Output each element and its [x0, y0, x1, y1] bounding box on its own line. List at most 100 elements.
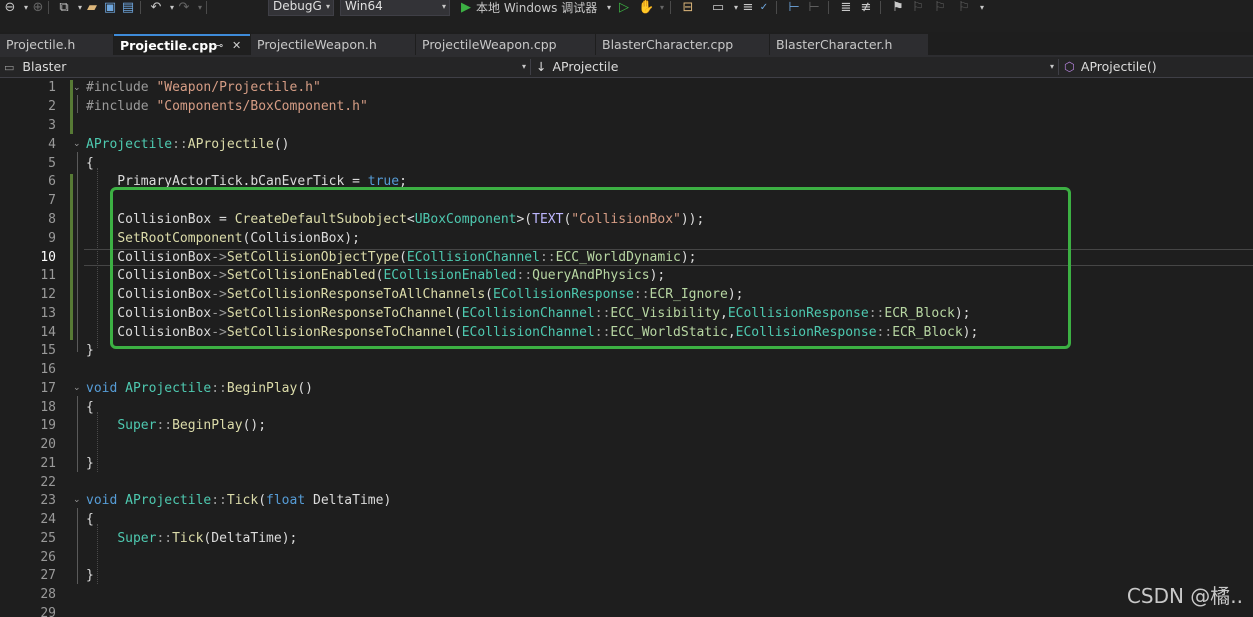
tab-projectileweapon-cpp[interactable]: ProjectileWeapon.cpp: [416, 34, 595, 55]
line-number: 7: [48, 193, 56, 208]
tab-label: Projectile.cpp: [120, 38, 218, 53]
line-number: 5: [48, 156, 56, 171]
bookmark-icon[interactable]: ⚑: [890, 0, 906, 16]
line-number: 28: [40, 587, 56, 602]
tab-blastercharacter-h[interactable]: BlasterCharacter.h: [770, 34, 928, 55]
line-number: 12: [40, 287, 56, 302]
line-number: 20: [40, 437, 56, 452]
list-icon[interactable]: ≡: [740, 0, 756, 16]
code-line[interactable]: Super::Tick(DeltaTime);: [86, 531, 297, 546]
undo-icon[interactable]: ↶: [148, 0, 164, 16]
scope-name: AProjectile: [552, 59, 619, 74]
hot-reload-icon[interactable]: ✋: [638, 0, 654, 16]
member-dropdown[interactable]: ⬡ AProjectile(): [1064, 57, 1250, 77]
fold-collapse-icon[interactable]: ⌄: [73, 495, 81, 505]
fold-collapse-icon[interactable]: ⌄: [73, 139, 81, 149]
project-dropdown[interactable]: ▭ Blaster ▾: [4, 57, 528, 77]
code-line[interactable]: }: [86, 343, 94, 358]
new-item-icon[interactable]: ⧉: [56, 0, 72, 16]
bookmark-clear-icon[interactable]: ⚐: [956, 0, 972, 16]
project-name: Blaster: [22, 59, 67, 74]
line-number: 24: [40, 512, 56, 527]
nav-back-icon[interactable]: ⊖: [2, 0, 18, 16]
tab-blastercharacter-cpp[interactable]: BlasterCharacter.cpp: [596, 34, 769, 55]
code-line[interactable]: {: [86, 156, 94, 171]
document-tabs: Projectile.h Projectile.cpp ⊸ ✕ Projecti…: [0, 34, 1253, 55]
pin-icon[interactable]: ⊸: [214, 36, 223, 55]
bookmark-prev-icon[interactable]: ⊢: [806, 0, 822, 16]
main-toolbar: ⊖ ▾ ⊕ ⧉ ▾ ▰ ▣ ▤ ↶ ▾ ↷ ▾ DebugG ▾ Win64 ▾…: [0, 0, 1253, 32]
tab-label: ProjectileWeapon.h: [257, 37, 377, 52]
line-number: 13: [40, 306, 56, 321]
code-line[interactable]: #include "Components/BoxComponent.h": [86, 99, 368, 114]
line-number: 25: [40, 531, 56, 546]
line-number: 9: [48, 231, 56, 246]
window-layout-icon[interactable]: ▭: [710, 0, 726, 16]
configuration-select[interactable]: DebugG ▾: [268, 0, 334, 16]
code-editor[interactable]: ⌄ ⌄ ⌄ ⌄ 1 2 3 4 5 6 7 8 9 10 11 12 13 14…: [0, 78, 1253, 617]
code-line[interactable]: AProjectile::AProjectile(): [86, 137, 290, 152]
line-number: 22: [40, 475, 56, 490]
line-number: 14: [40, 325, 56, 340]
code-line[interactable]: Super::BeginPlay();: [86, 418, 266, 433]
redo-icon[interactable]: ↷: [176, 0, 192, 16]
fold-collapse-icon[interactable]: ⌄: [73, 383, 81, 393]
solution-explorer-icon[interactable]: ⊟: [680, 0, 696, 16]
code-line[interactable]: void AProjectile::Tick(float DeltaTime): [86, 493, 391, 508]
code-line[interactable]: #include "Weapon/Projectile.h": [86, 80, 321, 95]
start-debugging-icon[interactable]: ▶: [458, 0, 474, 16]
comment-lines-icon[interactable]: ≣: [838, 0, 854, 16]
navigation-bar: ▭ Blaster ▾ ↓ AProjectile ▾ ⬡ AProjectil…: [0, 57, 1253, 78]
line-number: 8: [48, 212, 56, 227]
tab-projectileweapon-h[interactable]: ProjectileWeapon.h: [251, 34, 415, 55]
tab-label: ProjectileWeapon.cpp: [422, 37, 557, 52]
tab-label: BlasterCharacter.h: [776, 37, 893, 52]
line-number: 3: [48, 118, 56, 133]
line-number: 6: [48, 174, 56, 189]
code-line[interactable]: }: [86, 456, 94, 471]
uncomment-lines-icon[interactable]: ≢: [858, 0, 874, 16]
code-line[interactable]: {: [86, 512, 94, 527]
line-number: 1: [48, 80, 56, 95]
code-line[interactable]: {: [86, 400, 94, 415]
run-target-dropdown-icon[interactable]: ▾: [601, 0, 617, 16]
watermark: CSDN @橘..: [1126, 584, 1243, 608]
scope-dropdown[interactable]: ↓ AProjectile ▾: [536, 57, 1056, 77]
project-icon: ▭: [4, 61, 15, 74]
bookmark-next-icon[interactable]: ⚐: [910, 0, 926, 16]
annotation-highlight-box: [110, 187, 1071, 349]
open-folder-icon[interactable]: ▰: [84, 0, 100, 16]
tab-projectile-cpp[interactable]: Projectile.cpp ⊸ ✕: [114, 34, 250, 55]
change-marker: [70, 174, 73, 340]
line-number: 19: [40, 418, 56, 433]
bookmark-prev-folder-icon[interactable]: ⚐: [932, 0, 948, 16]
hot-reload-dropdown-icon[interactable]: ▾: [654, 0, 670, 16]
spell-check-icon[interactable]: ✓: [756, 0, 772, 16]
method-icon: ⬡: [1064, 59, 1075, 74]
fold-collapse-icon[interactable]: ⌄: [73, 83, 81, 93]
chevron-down-icon: ▾: [1049, 62, 1054, 71]
chevron-down-icon: ▾: [521, 62, 526, 71]
chevron-down-icon: ▾: [441, 2, 446, 11]
save-icon[interactable]: ▣: [102, 0, 118, 16]
code-line[interactable]: }: [86, 568, 94, 583]
start-without-debugging-icon[interactable]: ▷: [616, 0, 632, 16]
start-debugging-label[interactable]: 本地 Windows 调试器: [476, 0, 597, 16]
platform-select[interactable]: Win64 ▾: [340, 0, 450, 16]
member-name: AProjectile(): [1080, 59, 1157, 74]
line-number: 26: [40, 550, 56, 565]
tab-projectile-h[interactable]: Projectile.h: [0, 34, 113, 55]
nav-forward-icon[interactable]: ⊕: [30, 0, 46, 16]
line-number: 21: [40, 456, 56, 471]
line-number: 4: [48, 137, 56, 152]
line-number: 16: [40, 362, 56, 377]
save-all-icon[interactable]: ▤: [120, 0, 136, 16]
toolbar-overflow-icon[interactable]: ▾: [974, 0, 990, 16]
line-number: 27: [40, 568, 56, 583]
code-line[interactable]: void AProjectile::BeginPlay(): [86, 381, 313, 396]
line-number-current: 10: [40, 250, 56, 265]
line-number: 15: [40, 343, 56, 358]
bookmark-toggle-icon[interactable]: ⊢: [786, 0, 802, 16]
close-icon[interactable]: ✕: [232, 36, 241, 55]
tab-label: BlasterCharacter.cpp: [602, 37, 734, 52]
